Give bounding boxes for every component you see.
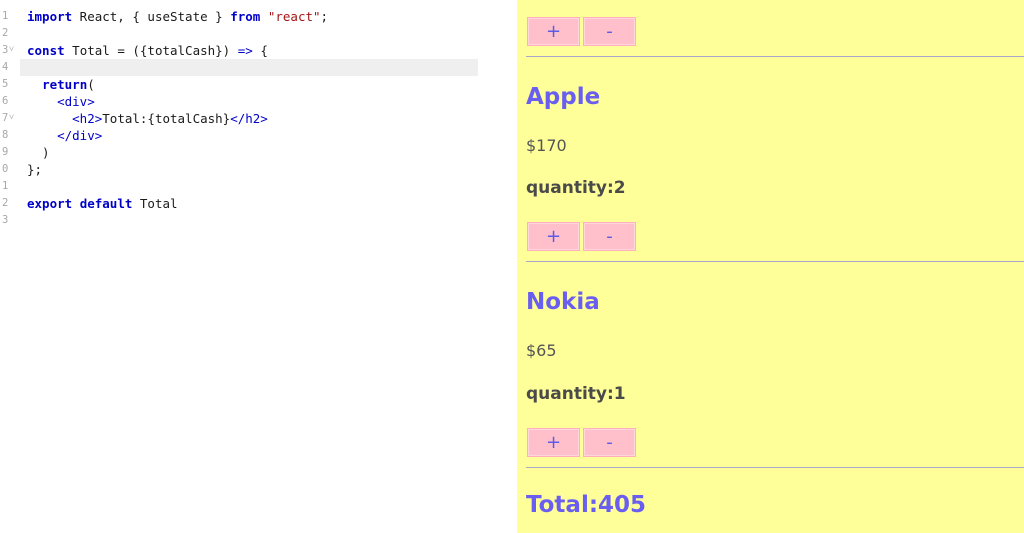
code-token: </div> [57, 128, 103, 143]
code-line[interactable]: 0}; [0, 161, 517, 178]
code-line[interactable]: 8 </div> [0, 127, 517, 144]
code-token: <div> [57, 94, 95, 109]
code-token: from [230, 9, 261, 24]
code-token: export [27, 196, 73, 211]
divider [526, 261, 1024, 262]
code-token: default [79, 196, 133, 211]
increment-button[interactable]: + [527, 222, 580, 251]
active-line-highlight [20, 59, 478, 76]
code-token: const [27, 43, 65, 58]
code-token: ( [87, 77, 95, 92]
code-token: return [42, 77, 88, 92]
code-editor[interactable]: 1 import React, { useState } from "react"… [0, 0, 517, 533]
code-text: return( [27, 76, 95, 93]
code-token: Total = ({totalCash}) [64, 43, 238, 58]
code-token: React, { useState } [72, 9, 231, 24]
product-quantity: quantity:1 [526, 384, 626, 404]
code-line[interactable]: 1 import React, { useState } from "react"… [0, 8, 517, 25]
decrement-button[interactable]: - [583, 428, 636, 457]
line-number: 2 [2, 27, 9, 39]
code-text: <div> [27, 93, 95, 110]
code-text: import React, { useState } from "react"; [27, 8, 328, 25]
divider [526, 56, 1024, 57]
code-line[interactable]: 5 return( [0, 76, 517, 93]
decrement-button[interactable]: - [583, 17, 636, 46]
line-number: 2 [2, 197, 9, 209]
decrement-button[interactable]: - [583, 222, 636, 251]
code-text: <h2>Total:{totalCash}</h2> [27, 110, 268, 127]
code-text: export default Total [27, 195, 178, 212]
code-token: <h2> [72, 111, 103, 126]
code-token: "react" [267, 9, 321, 24]
code-text: ) [27, 144, 50, 161]
code-line[interactable]: 1 [0, 178, 517, 195]
product-price: $170 [526, 136, 567, 155]
total-heading: Total:405 [526, 492, 647, 518]
code-token: </h2> [230, 111, 268, 126]
increment-button[interactable]: + [527, 17, 580, 46]
fold-chevron-icon[interactable]: ˅ [9, 42, 14, 59]
increment-button[interactable]: + [527, 428, 580, 457]
code-line[interactable]: 7 ˅ <h2>Total:{totalCash}</h2> [0, 110, 517, 127]
code-line[interactable]: 2 export default Total [0, 195, 517, 212]
product-price: $65 [526, 341, 557, 360]
code-text: const Total = ({totalCash}) => { [27, 42, 268, 59]
line-number: 7 [2, 112, 9, 124]
product-name: Nokia [526, 289, 600, 315]
product-quantity: quantity:2 [526, 178, 626, 198]
code-line[interactable]: 3 [0, 212, 517, 229]
line-number: 3 [2, 214, 9, 226]
code-line[interactable]: 9 ) [0, 144, 517, 161]
line-number: 1 [2, 10, 9, 22]
code-token: ; [320, 9, 329, 24]
preview-pane: + - Apple $170 quantity:2 + - Nokia $65 … [517, 0, 1024, 533]
divider [526, 467, 1024, 468]
line-number: 4 [2, 61, 9, 73]
code-token: import [27, 9, 73, 24]
code-text: </div> [27, 127, 102, 144]
line-number: 3 [2, 44, 9, 56]
code-token: }; [27, 162, 43, 177]
code-text: }; [27, 161, 42, 178]
product-name: Apple [526, 84, 601, 110]
code-line[interactable]: 3 ˅ const Total = ({totalCash}) => { [0, 42, 517, 59]
code-token: => [237, 43, 253, 58]
line-number: 1 [2, 180, 9, 192]
code-line[interactable]: 4 [0, 59, 517, 76]
line-number: 5 [2, 78, 9, 90]
line-number: 9 [2, 146, 9, 158]
line-number: 0 [2, 163, 9, 175]
code-line[interactable]: 6 <div> [0, 93, 517, 110]
fold-chevron-icon[interactable]: ˅ [9, 110, 14, 127]
line-number: 8 [2, 129, 9, 141]
code-token: ) [27, 145, 50, 160]
code-line[interactable]: 2 [0, 25, 517, 42]
code-token: Total [132, 196, 178, 211]
line-number: 6 [2, 95, 9, 107]
code-token: Total:{totalCash} [102, 111, 231, 126]
code-token: { [252, 43, 268, 58]
